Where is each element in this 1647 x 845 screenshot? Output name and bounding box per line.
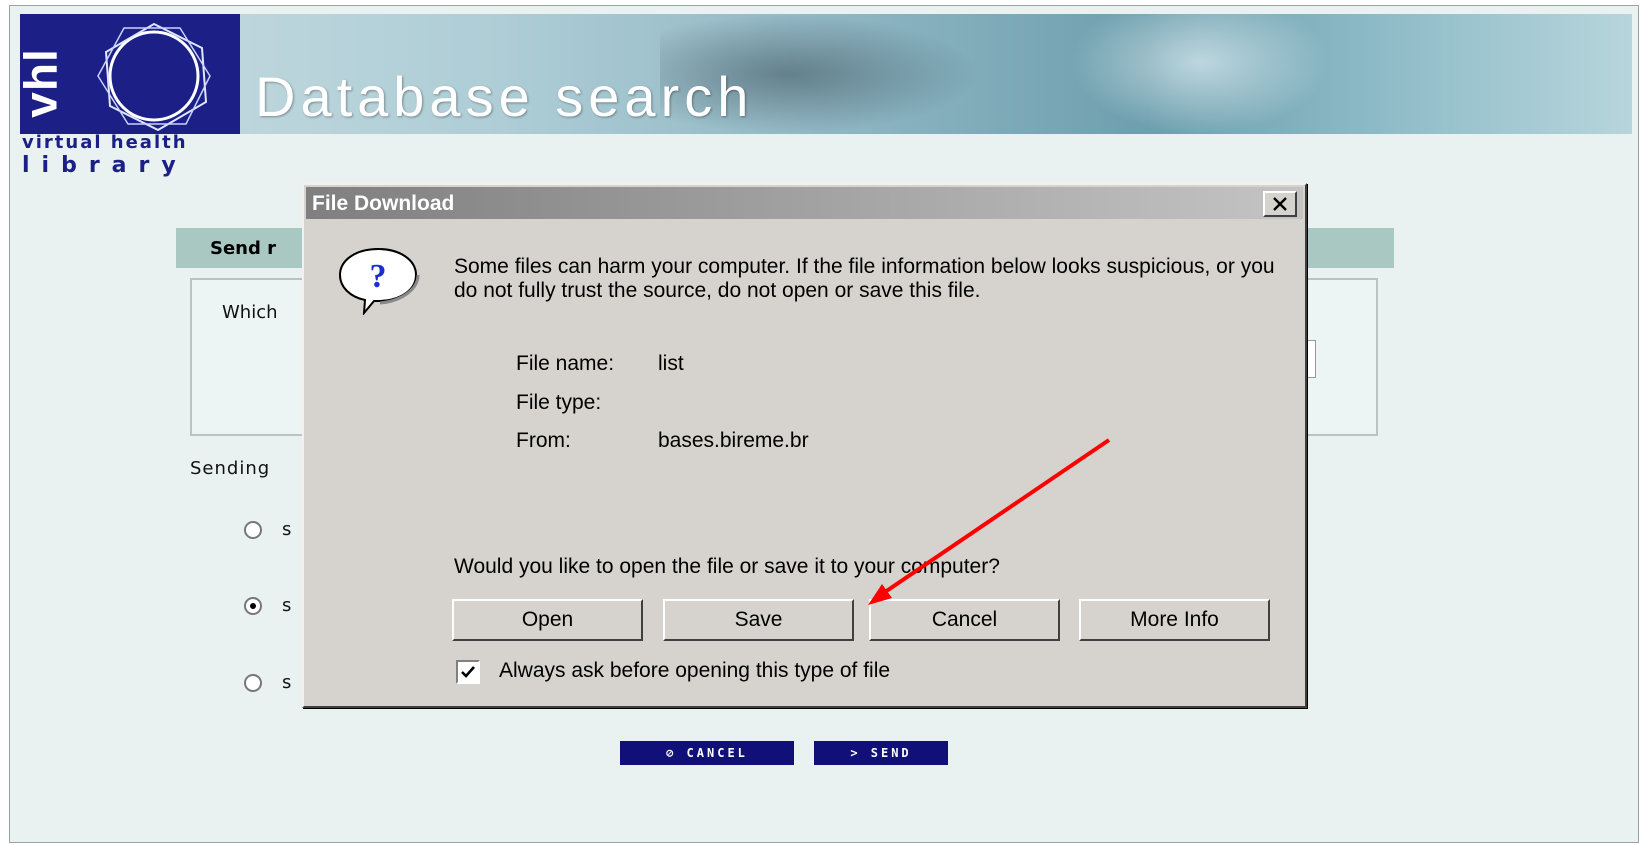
file-type-label: File type: xyxy=(516,391,602,414)
close-icon xyxy=(1273,197,1287,211)
checkmark-icon xyxy=(461,666,475,678)
question-icon: ? xyxy=(338,247,420,315)
close-button[interactable] xyxy=(1263,191,1297,217)
radio-label: s xyxy=(282,595,292,616)
section-title: Send r xyxy=(210,238,277,259)
vhl-logo[interactable]: vhl xyxy=(20,14,240,134)
subtitle-line: virtual health xyxy=(22,132,188,153)
open-button[interactable]: Open xyxy=(452,599,643,641)
save-button[interactable]: Save xyxy=(663,599,854,641)
dialog-title: File Download xyxy=(312,192,455,215)
open-save-question: Would you like to open the file or save … xyxy=(454,555,1000,578)
form-send-button[interactable]: > SEND xyxy=(814,741,948,765)
vhl-subtitle: virtual health library xyxy=(22,134,188,177)
sending-label: Sending xyxy=(190,458,271,479)
always-ask-checkbox[interactable] xyxy=(456,660,480,684)
site-banner: vhl Database search xyxy=(20,14,1632,134)
banner-title: Database search xyxy=(255,65,754,128)
logo-star-icon xyxy=(97,22,211,132)
which-label: Which xyxy=(222,302,278,323)
from-value: bases.bireme.br xyxy=(658,429,809,452)
more-info-button[interactable]: More Info xyxy=(1079,599,1270,641)
file-name-label: File name: xyxy=(516,352,615,375)
subtitle-line: library xyxy=(22,153,188,178)
file-name-value: list xyxy=(658,352,684,375)
dialog-titlebar[interactable]: File Download xyxy=(306,187,1303,219)
radio-label: s xyxy=(282,672,292,693)
radio-button[interactable] xyxy=(244,674,262,692)
warning-text: Some files can harm your computer. If th… xyxy=(454,255,1275,302)
radio-button[interactable] xyxy=(244,521,262,539)
svg-text:?: ? xyxy=(370,258,387,295)
radio-button[interactable] xyxy=(244,597,262,615)
banner-photo xyxy=(1070,14,1330,134)
logo-text: vhl xyxy=(20,48,67,118)
cancel-button[interactable]: Cancel xyxy=(869,599,1060,641)
which-field[interactable] xyxy=(1306,340,1316,378)
from-label: From: xyxy=(516,429,571,452)
radio-label: s xyxy=(282,519,292,540)
always-ask-label: Always ask before opening this type of f… xyxy=(499,659,891,682)
form-cancel-button[interactable]: ⊘ CANCEL xyxy=(620,741,794,765)
file-download-dialog: File Download ? Some files can harm your… xyxy=(302,183,1307,708)
